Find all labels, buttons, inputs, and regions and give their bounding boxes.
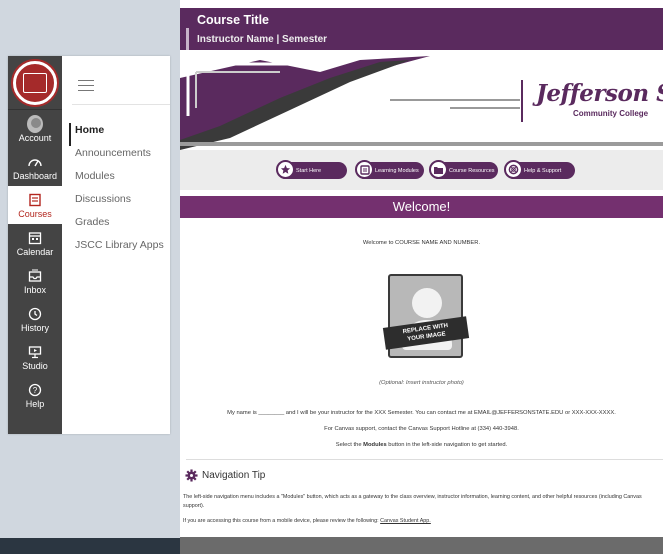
welcome-intro: Welcome to COURSE NAME AND NUMBER. bbox=[362, 240, 481, 246]
course-title: Course Title bbox=[197, 13, 270, 27]
start-here-button[interactable]: Start Here bbox=[276, 160, 347, 179]
instructor-photo-placeholder: REPLACE WITH YOUR IMAGE bbox=[382, 274, 470, 358]
start-here-label: Start Here bbox=[296, 167, 322, 174]
course-resources-label: Course Resources bbox=[449, 167, 495, 174]
folder-icon bbox=[429, 160, 448, 179]
global-nav-help[interactable]: ? Help bbox=[8, 376, 62, 414]
global-nav-label: Dashboard bbox=[12, 170, 58, 181]
global-nav-label: Help bbox=[25, 398, 45, 409]
canvas-student-app-link[interactable]: Canvas Student App. bbox=[380, 518, 431, 524]
get-started-text-end: button in the left-side navigation to ge… bbox=[386, 442, 508, 448]
course-nav-grades[interactable]: Grades bbox=[75, 215, 164, 238]
get-started-line: Select the Modules button in the left-si… bbox=[180, 442, 663, 448]
page-footer bbox=[180, 537, 663, 554]
global-nav-studio[interactable]: Studio bbox=[8, 338, 62, 376]
studio-icon bbox=[27, 344, 43, 360]
banner-divider bbox=[180, 142, 663, 146]
global-nav-label: Account bbox=[18, 132, 52, 143]
course-button-row: Start Here Learning Modules Course Resou… bbox=[180, 150, 663, 190]
global-nav-dashboard[interactable]: Dashboard bbox=[8, 148, 62, 186]
star-icon bbox=[276, 160, 295, 179]
global-nav-label: Courses bbox=[18, 208, 52, 219]
mobile-device-note: If you are accessing this course from a … bbox=[183, 517, 661, 526]
welcome-heading: Welcome! bbox=[180, 196, 663, 218]
course-nav: Home Announcements Modules Discussions G… bbox=[62, 56, 170, 434]
history-icon bbox=[27, 306, 43, 322]
instructor-contact-line: My name is ________ and I will be your i… bbox=[227, 410, 616, 416]
welcome-body: Welcome to COURSE NAME AND NUMBER. REPLA… bbox=[180, 218, 663, 468]
modules-icon bbox=[355, 160, 374, 179]
college-seal-icon bbox=[13, 60, 57, 105]
course-header: Course Title Instructor Name | Semester bbox=[180, 8, 663, 50]
course-resources-button[interactable]: Course Resources bbox=[429, 160, 498, 179]
header-accent bbox=[186, 28, 189, 50]
learning-modules-button[interactable]: Learning Modules bbox=[355, 160, 424, 179]
global-nav-history[interactable]: History bbox=[8, 300, 62, 338]
learning-modules-label: Learning Modules bbox=[375, 167, 419, 174]
course-home-page: Course Title Instructor Name | Semester … bbox=[180, 0, 663, 554]
course-nav-discussions[interactable]: Discussions bbox=[75, 192, 164, 215]
help-icon: ? bbox=[27, 382, 43, 398]
divider bbox=[72, 104, 170, 105]
divider bbox=[186, 459, 663, 460]
global-nav-courses[interactable]: Courses bbox=[8, 186, 62, 224]
calendar-icon bbox=[27, 230, 43, 246]
global-nav-calendar[interactable]: Calendar bbox=[8, 224, 62, 262]
course-nav-home[interactable]: Home bbox=[69, 123, 164, 146]
navigation-tip-title: Navigation Tip bbox=[202, 470, 266, 481]
global-nav: Account Dashboard Courses Calendar Inbox bbox=[8, 56, 62, 434]
lifebuoy-icon bbox=[504, 160, 523, 179]
account-avatar-icon bbox=[27, 114, 43, 133]
global-nav-label: Calendar bbox=[16, 246, 54, 257]
global-nav-label: History bbox=[20, 322, 49, 333]
course-nav-library-apps[interactable]: JSCC Library Apps bbox=[75, 238, 164, 261]
canvas-frame: Account Dashboard Courses Calendar Inbox bbox=[8, 56, 170, 434]
instructor-semester: Instructor Name | Semester bbox=[197, 34, 328, 45]
support-hotline-line: For Canvas support, contact the Canvas S… bbox=[324, 426, 519, 432]
modules-emphasis: Modules bbox=[363, 442, 387, 448]
courses-icon bbox=[27, 192, 43, 208]
person-silhouette-icon bbox=[412, 288, 442, 318]
svg-text:?: ? bbox=[33, 386, 38, 395]
college-logo-text: Jefferson State bbox=[536, 80, 663, 107]
help-support-label: Help & Support bbox=[524, 167, 562, 174]
photo-caption: (Optional: Insert instructor photo) bbox=[379, 380, 464, 386]
global-nav-inbox[interactable]: Inbox bbox=[8, 262, 62, 300]
help-support-button[interactable]: Help & Support bbox=[504, 160, 575, 179]
mobile-device-text: If you are accessing this course from a … bbox=[183, 518, 381, 524]
global-nav-label: Inbox bbox=[23, 284, 47, 295]
global-nav-account[interactable]: Account bbox=[8, 110, 62, 148]
hamburger-menu-icon[interactable] bbox=[78, 80, 94, 91]
course-nav-modules[interactable]: Modules bbox=[75, 169, 164, 192]
course-nav-list: Home Announcements Modules Discussions G… bbox=[69, 123, 164, 261]
navigation-tip-text: The left-side navigation menu includes a… bbox=[183, 494, 642, 509]
navigation-tip-heading: Navigation Tip bbox=[185, 469, 265, 482]
background-strip bbox=[0, 538, 180, 554]
institution-logo[interactable] bbox=[8, 56, 62, 110]
college-logo-subtext: Community College bbox=[573, 109, 649, 118]
course-nav-announcements[interactable]: Announcements bbox=[75, 146, 164, 169]
inbox-icon bbox=[27, 268, 43, 284]
global-nav-label: Studio bbox=[22, 360, 48, 371]
gear-icon bbox=[185, 469, 198, 482]
get-started-text: Select the bbox=[335, 442, 364, 448]
dashboard-icon bbox=[27, 154, 43, 170]
